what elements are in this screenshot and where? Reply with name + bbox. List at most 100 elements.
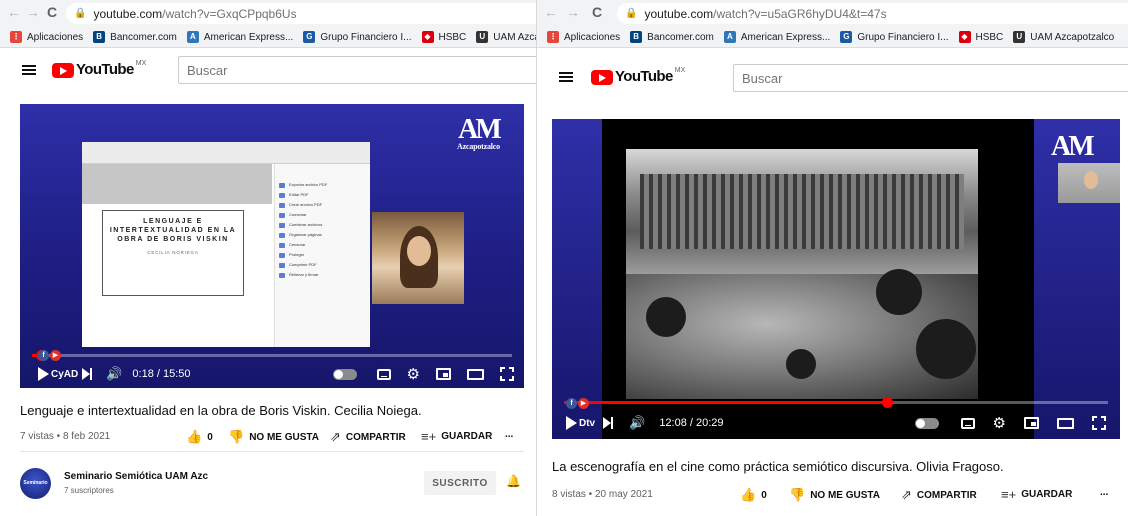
video-meta-row: 7 vistas • 8 feb 2021 👍 0 👎 NO ME GUSTA ⇗ C… <box>0 426 536 448</box>
miniplayer-icon[interactable] <box>1024 417 1039 429</box>
player-controls: CyAD 🔊 0:18 / 15:50 ⚙ <box>38 366 514 382</box>
channel-name[interactable]: Seminario Semiótica UAM Azc <box>64 471 208 482</box>
bookmark-uam[interactable]: UUAM Azcapotzalco <box>1013 31 1114 43</box>
share-arrow-icon: ⇗ <box>901 487 912 502</box>
subscribed-button[interactable]: SUSCRITO <box>424 471 496 495</box>
dislike-button[interactable]: 👎 NO ME GUSTA <box>228 429 319 445</box>
apps-grid-icon: ⋮ <box>10 31 22 43</box>
thumbs-up-icon: 👍 <box>186 429 203 444</box>
more-actions-button[interactable]: ... <box>505 429 513 440</box>
player-controls: Dtv 🔊 12:08 / 20:29 ⚙ <box>566 415 1106 431</box>
settings-gear-icon[interactable]: ⚙ <box>407 367 420 382</box>
share-arrow-icon: ⇗ <box>330 429 341 444</box>
channel-avatar[interactable]: Seminario <box>20 468 51 499</box>
back-arrow-icon[interactable]: ← <box>543 4 559 20</box>
dislike-button[interactable]: 👎 NO ME GUSTA <box>789 487 880 503</box>
hsbc-icon: ◆ <box>958 31 971 43</box>
bookmark-apps[interactable]: ⋮ Aplicaciones <box>547 31 620 43</box>
address-bar[interactable]: 🔒 youtube.com/watch?v=GxqCPpqb6Us <box>66 3 536 24</box>
lock-icon: 🔒 <box>625 8 638 19</box>
like-button[interactable]: 👍 0 <box>740 487 767 503</box>
settings-gear-icon[interactable]: ⚙ <box>993 416 1006 431</box>
fullscreen-icon[interactable] <box>500 367 514 381</box>
bookmark-amex[interactable]: A American Express... <box>186 31 293 43</box>
webcam-feed <box>372 212 464 304</box>
youtube-logo[interactable]: YouTube MX <box>52 60 146 78</box>
bookmark-bancomer[interactable]: B Bancomer.com <box>93 31 177 43</box>
theater-mode-icon[interactable] <box>1057 417 1074 429</box>
bookmarks-bar: ⋮ Aplicaciones B Bancomer.com A American Ex… <box>0 27 536 47</box>
theater-mode-icon[interactable] <box>467 368 484 380</box>
save-button[interactable]: ≡+ GUARDAR <box>421 429 492 444</box>
reload-icon[interactable]: C <box>44 4 60 20</box>
save-button[interactable]: ≡+ GUARDAR <box>1001 487 1072 502</box>
channel-watermark: f ▶ <box>38 350 62 361</box>
inbursa-icon: G <box>303 31 316 43</box>
volume-icon[interactable]: 🔊 <box>106 366 122 382</box>
facebook-icon: f <box>38 350 49 361</box>
apps-grid-icon: ⋮ <box>547 31 559 43</box>
browser-chrome: ← → C 🔒 youtube.com/watch?v=u5aGR6hyDU4&… <box>537 0 1128 48</box>
subtitles-icon[interactable] <box>960 417 975 429</box>
share-button[interactable]: ⇗ COMPARTIR <box>901 487 977 503</box>
slide-title-card: LENGUAJE E INTERTEXTUALIDAD EN LA OBRA D… <box>102 210 244 296</box>
divider <box>20 451 524 452</box>
lock-icon: 🔒 <box>74 8 87 19</box>
youtube-play-icon <box>52 63 74 78</box>
next-icon[interactable] <box>82 367 94 381</box>
url-path: /watch?v=GxqCPpqb6Us <box>162 6 297 21</box>
bookmark-grupo-financiero[interactable]: G Grupo Financiero I... <box>840 31 949 43</box>
amex-icon: A <box>186 31 199 43</box>
play-icon[interactable] <box>38 367 49 381</box>
url-path: /watch?v=u5aGR6hyDU4&t=47s <box>713 6 887 21</box>
thumbs-up-icon: 👍 <box>740 487 757 502</box>
bookmark-hsbc[interactable]: ◆ HSBC <box>958 31 1003 43</box>
video-progress-bar[interactable] <box>564 397 1108 408</box>
amex-icon: A <box>723 31 736 43</box>
more-actions-button[interactable]: ... <box>1100 487 1108 498</box>
bookmark-bancomer[interactable]: B Bancomer.com <box>630 31 714 43</box>
miniplayer-icon[interactable] <box>436 368 451 380</box>
time-display: 12:08 / 20:29 <box>659 417 724 429</box>
youtube-small-icon: ▶ <box>50 350 61 361</box>
bookmark-apps[interactable]: ⋮ Aplicaciones <box>10 31 83 43</box>
subtitles-icon[interactable] <box>376 368 391 380</box>
address-bar[interactable]: 🔒 youtube.com/watch?v=u5aGR6hyDU4&t=47s <box>617 3 1128 24</box>
search-input[interactable]: Buscar <box>733 64 1128 92</box>
bookmark-grupo-financiero[interactable]: G Grupo Financiero I... <box>303 31 412 43</box>
youtube-header: YouTube MX Buscar <box>0 49 536 91</box>
thumbs-down-icon: 👎 <box>228 429 245 444</box>
fullscreen-icon[interactable] <box>1092 416 1106 430</box>
back-arrow-icon[interactable]: ← <box>6 4 22 20</box>
next-icon[interactable] <box>603 416 615 430</box>
search-input[interactable]: Buscar <box>178 56 536 84</box>
like-button[interactable]: 👍 0 <box>186 429 213 445</box>
scrubber-handle[interactable] <box>881 397 893 408</box>
menu-icon[interactable] <box>22 65 36 75</box>
url-host: youtube.com <box>93 6 163 21</box>
subscriber-count: 7 suscriptores <box>64 486 114 495</box>
youtube-logo[interactable]: YouTube MX <box>591 67 685 85</box>
bookmark-uam[interactable]: UUAM Azcapotzalco <box>476 31 536 43</box>
video-meta-row: 8 vistas • 20 may 2021 👍 0 👎 NO ME GUSTA ⇗… <box>537 484 1128 506</box>
notification-bell-icon[interactable]: 🔔 <box>506 474 521 488</box>
left-browser-window: ← → C 🔒 youtube.com/watch?v=GxqCPpqb6Us … <box>0 0 536 516</box>
video-progress-bar[interactable] <box>32 350 512 361</box>
autoplay-toggle[interactable] <box>914 417 939 429</box>
bookmark-amex[interactable]: A American Express... <box>723 31 830 43</box>
forward-arrow-icon[interactable]: → <box>25 4 41 20</box>
browser-chrome: ← → C 🔒 youtube.com/watch?v=GxqCPpqb6Us … <box>0 0 536 48</box>
bookmark-hsbc[interactable]: ◆ HSBC <box>421 31 466 43</box>
share-button[interactable]: ⇗ COMPARTIR <box>330 429 406 445</box>
forward-arrow-icon[interactable]: → <box>565 4 581 20</box>
youtube-small-icon: ▶ <box>578 398 589 409</box>
menu-icon[interactable] <box>559 72 573 82</box>
volume-icon[interactable]: 🔊 <box>629 415 645 431</box>
reload-icon[interactable]: C <box>589 4 605 20</box>
video-title: La escenografía en el cine como práctica… <box>552 459 1004 474</box>
autoplay-toggle[interactable] <box>332 368 357 380</box>
video-player[interactable]: AM Azcapotzalco LENGUAJE E INTERTEXTUALI… <box>20 104 524 388</box>
webcam-feed <box>1058 163 1120 203</box>
play-icon[interactable] <box>566 416 577 430</box>
video-player[interactable]: AM f ▶ Dtv 🔊 12:08 / 20:29 ⚙ <box>552 119 1120 439</box>
